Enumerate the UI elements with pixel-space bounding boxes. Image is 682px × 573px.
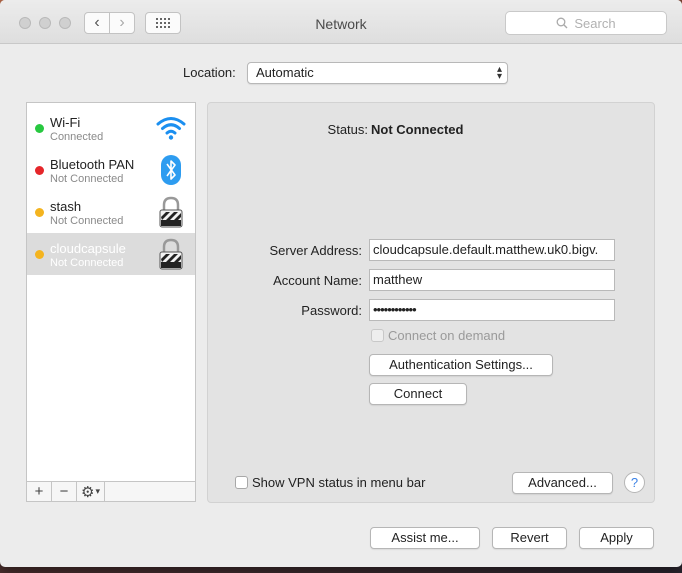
connect-on-demand-checkbox[interactable] [371,329,384,342]
location-label: Location: [183,65,236,80]
server-address-field[interactable]: cloudcapsule.default.matthew.uk0.bigv. [369,239,615,261]
show-vpn-status-checkbox[interactable] [235,476,248,489]
remove-service-button[interactable]: − [52,482,77,501]
status-dot [35,124,44,133]
advanced-button[interactable]: Advanced... [512,472,613,494]
service-item-cloudcapsule[interactable]: cloudcapsule Not Connected [27,233,195,275]
revert-button[interactable]: Revert [492,527,567,549]
vpn-detail-panel: Status: Not Connected Server Address: cl… [207,102,655,503]
password-label: Password: [301,303,362,318]
wifi-icon [155,112,187,144]
service-name: cloudcapsule [50,241,126,256]
status-value: Not Connected [371,122,464,137]
gear-icon: ⚙ [81,483,95,501]
status-dot [35,250,44,259]
status-dot [35,208,44,217]
search-icon [556,17,568,29]
service-status: Not Connected [50,257,124,269]
location-popup[interactable]: Automatic ▴ ▾ [247,62,508,84]
apply-button[interactable]: Apply [579,527,654,549]
search-field[interactable]: Search [505,11,667,35]
service-list: Wi-Fi Connected Bluetooth PAN Not Connec… [26,102,196,502]
network-preferences-window: ‹ › Network Search Location: Automatic ▴… [0,0,682,567]
title-bar: ‹ › Network Search [0,0,682,44]
server-address-label: Server Address: [269,243,363,258]
service-status: Connected [50,131,104,143]
authentication-settings-button[interactable]: Authentication Settings... [369,354,553,376]
lock-icon [155,238,187,270]
service-item-bluetooth-pan[interactable]: Bluetooth PAN Not Connected [27,149,195,191]
bluetooth-icon [155,154,187,186]
chevron-down-icon: ▾ [95,486,100,496]
password-field[interactable]: •••••••••••• [369,299,615,321]
service-item-wifi[interactable]: Wi-Fi Connected [27,107,195,149]
lock-icon [155,196,187,228]
service-name: Bluetooth PAN [50,157,135,172]
service-status: Not Connected [50,173,124,185]
service-name: stash [50,199,82,214]
connect-on-demand-label: Connect on demand [388,328,506,343]
popup-arrows-icon: ▴ ▾ [496,64,502,82]
assist-me-button[interactable]: Assist me... [370,527,480,549]
account-name-label: Account Name: [273,273,362,288]
service-name: Wi-Fi [50,115,81,130]
action-menu-button[interactable]: ⚙ ▾ [77,482,105,501]
help-button[interactable]: ? [624,472,645,493]
service-list-controls: + − ⚙ ▾ [27,481,195,501]
show-vpn-status-label: Show VPN status in menu bar [252,475,426,490]
add-service-button[interactable]: + [27,482,52,501]
location-value: Automatic [256,65,314,80]
status-label: Status: [327,122,368,137]
account-name-field[interactable]: matthew [369,269,615,291]
connect-button[interactable]: Connect [369,383,467,405]
service-status: Not Connected [50,215,124,227]
search-placeholder: Search [574,15,616,31]
status-dot [35,166,44,175]
service-item-stash[interactable]: stash Not Connected [27,191,195,233]
